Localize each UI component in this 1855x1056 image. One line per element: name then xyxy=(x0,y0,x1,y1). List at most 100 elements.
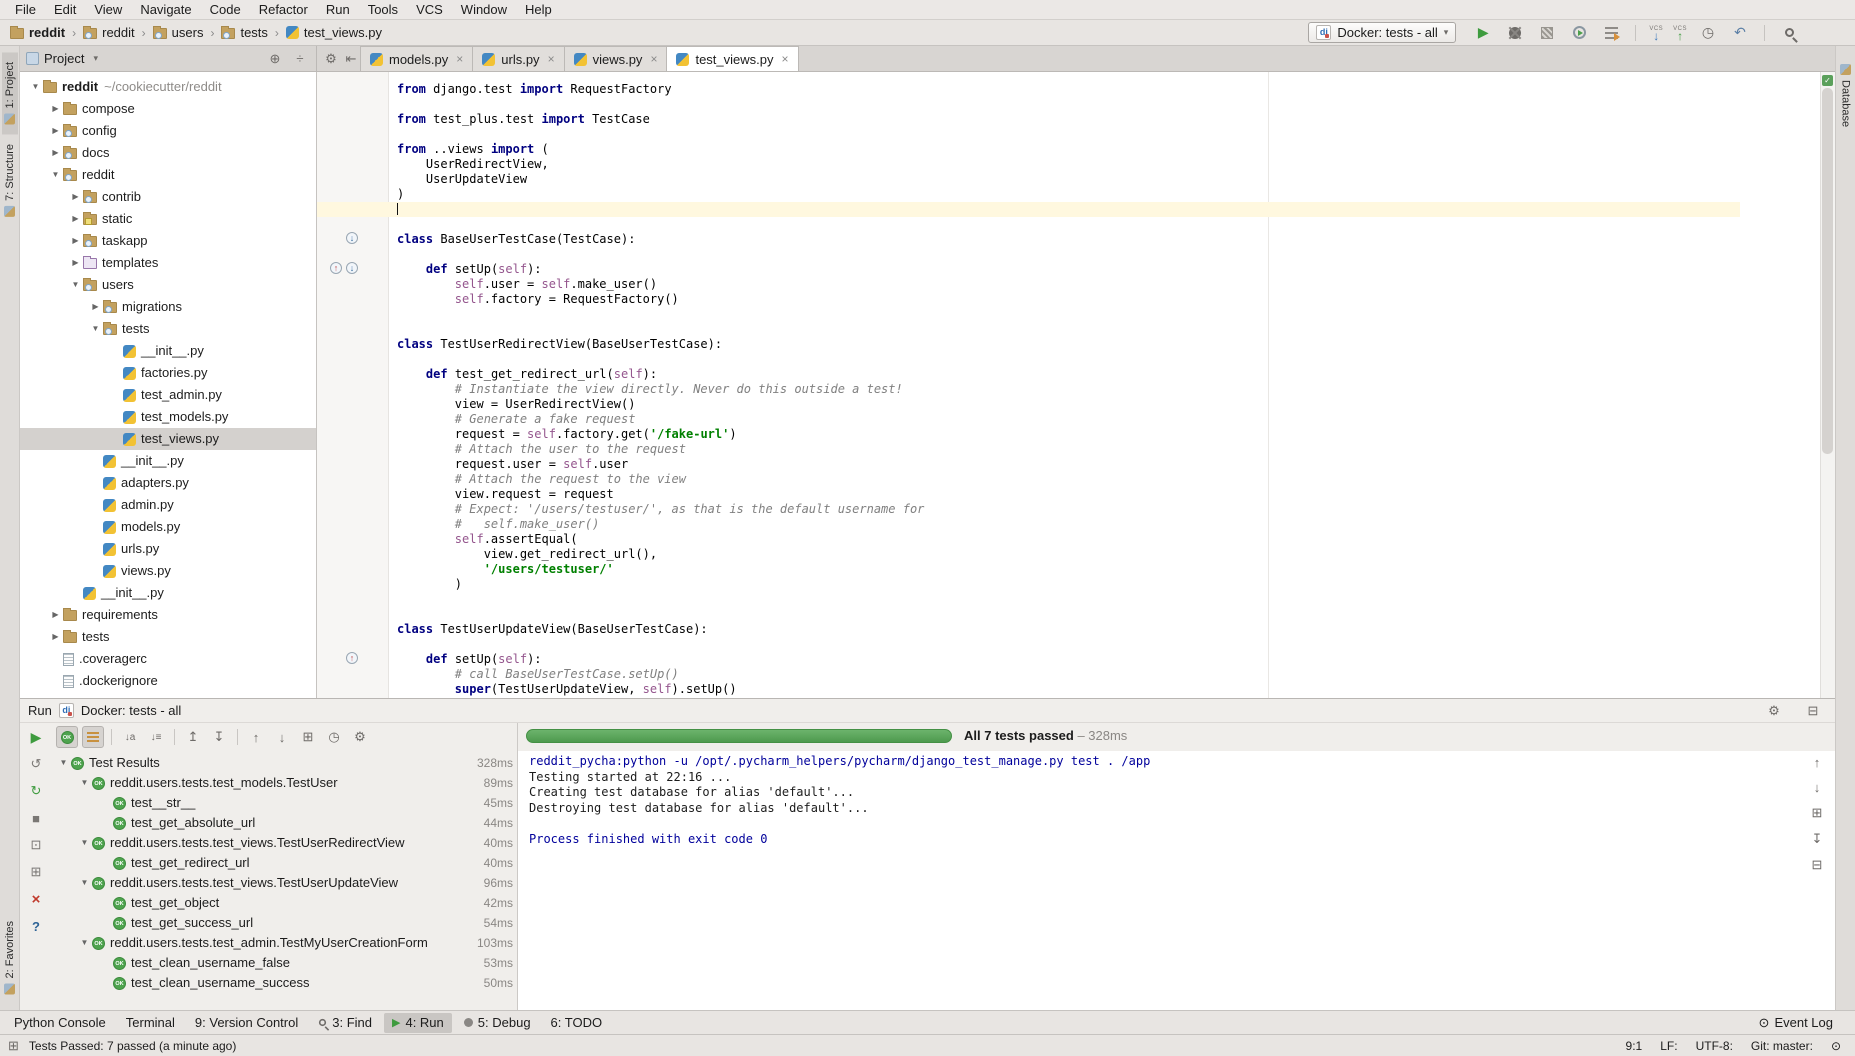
collapse-all-button[interactable]: ↧ xyxy=(208,726,230,748)
tree-expand-arrow[interactable]: ▼ xyxy=(48,164,63,186)
status-widget-utf8[interactable]: UTF-8: xyxy=(1696,1039,1733,1053)
tree-expand-arrow[interactable]: ▼ xyxy=(77,833,92,853)
tree-item-__init__.py[interactable]: __init__.py xyxy=(20,450,316,472)
test-row-reddit.users.tests.test_models.TestUser[interactable]: ▼OKreddit.users.tests.test_models.TestUs… xyxy=(52,773,517,793)
expand-all-button[interactable]: ↥ xyxy=(182,726,204,748)
test-row-reddit.users.tests.test_admin.TestMyUserCreationForm[interactable]: ▼OKreddit.users.tests.test_admin.TestMyU… xyxy=(52,933,517,953)
help-button[interactable]: ? xyxy=(27,917,45,935)
toolwindow-button-terminal[interactable]: Terminal xyxy=(118,1013,183,1033)
menu-item-help[interactable]: Help xyxy=(516,0,561,20)
test-row-test_get_object[interactable]: OKtest_get_object42ms xyxy=(52,893,517,913)
editor-code-area[interactable]: from django.test import RequestFactoryfr… xyxy=(397,72,1817,697)
tree-expand-arrow[interactable]: ▼ xyxy=(88,318,103,340)
tree-expand-arrow[interactable]: ▶ xyxy=(48,120,63,142)
stripe-item-structure[interactable]: 7: Structure xyxy=(2,134,18,227)
rerun-failed-tests-button[interactable]: ↻ xyxy=(27,782,45,800)
hide-panel-icon[interactable]: ⊟ xyxy=(1803,703,1823,719)
tree-item-.dockerignore[interactable]: .dockerignore xyxy=(20,670,316,692)
coverage-button[interactable] xyxy=(1536,23,1558,43)
toolwindow-button-5debug[interactable]: 5: Debug xyxy=(456,1013,539,1033)
tree-item-factories.py[interactable]: factories.py xyxy=(20,362,316,384)
method-overridden-icon[interactable]: ↓ xyxy=(346,232,358,244)
breadcrumb-item[interactable]: tests xyxy=(221,25,267,40)
test-row-test_get_absolute_url[interactable]: OKtest_get_absolute_url44ms xyxy=(52,813,517,833)
close-icon[interactable]: × xyxy=(548,52,555,66)
locate-file-button[interactable]: ⊕ xyxy=(265,51,285,67)
scroll-up-icon[interactable]: ↑ xyxy=(1809,755,1825,770)
menu-item-run[interactable]: Run xyxy=(317,0,359,20)
toolwindow-button-6todo[interactable]: 6: TODO xyxy=(543,1013,611,1033)
tree-expand-arrow[interactable]: ▶ xyxy=(68,230,83,252)
tree-item-docs[interactable]: ▶docs xyxy=(20,142,316,164)
test-row-test_get_success_url[interactable]: OKtest_get_success_url54ms xyxy=(52,913,517,933)
tool-window-switcher-icon[interactable]: ⊞ xyxy=(8,1038,19,1054)
stop-button[interactable]: ■ xyxy=(27,809,45,827)
tree-item-tests[interactable]: ▶tests xyxy=(20,626,316,648)
menu-item-navigate[interactable]: Navigate xyxy=(131,0,200,20)
toolwindow-button-4run[interactable]: ▶4: Run xyxy=(384,1013,452,1033)
tree-item-test_models.py[interactable]: test_models.py xyxy=(20,406,316,428)
breadcrumb-item[interactable]: reddit xyxy=(10,25,65,40)
run-configuration-select[interactable]: dj Docker: tests - all ▾ xyxy=(1308,22,1456,43)
sort-alphabetically-button[interactable]: ↓a xyxy=(119,726,141,748)
local-history-button[interactable]: ◷ xyxy=(1697,23,1719,43)
menu-item-vcs[interactable]: VCS xyxy=(407,0,452,20)
overrides-method-icon[interactable]: ↑ xyxy=(330,262,342,274)
toolwindow-button-9versioncontrol[interactable]: 9: Version Control xyxy=(187,1013,306,1033)
scroll-down-icon[interactable]: ↓ xyxy=(1809,780,1825,795)
tab-models.py[interactable]: models.py× xyxy=(360,46,473,71)
tree-item-__init__.py[interactable]: __init__.py xyxy=(20,340,316,362)
tree-item-migrations[interactable]: ▶migrations xyxy=(20,296,316,318)
test-row-reddit.users.tests.test_views.TestUserUpdateView[interactable]: ▼OKreddit.users.tests.test_views.TestUse… xyxy=(52,873,517,893)
previous-test-button[interactable]: ↑ xyxy=(245,726,267,748)
inspections-ok-icon[interactable]: ✓ xyxy=(1822,75,1833,86)
tree-item-requirements[interactable]: ▶requirements xyxy=(20,604,316,626)
soft-wrap-icon[interactable]: ⊞ xyxy=(1809,805,1825,821)
project-tree-panel[interactable]: ▼reddit ~/cookiecutter/reddit▶compose▶co… xyxy=(20,72,317,698)
editor-scrollbar-thumb[interactable] xyxy=(1822,88,1833,454)
tree-item-reddit[interactable]: ▼reddit xyxy=(20,164,316,186)
run-button[interactable]: ▶ xyxy=(1472,23,1494,43)
tree-expand-arrow[interactable]: ▼ xyxy=(68,274,83,296)
tree-item-reddit[interactable]: ▼reddit ~/cookiecutter/reddit xyxy=(20,76,316,98)
status-widget-91[interactable]: 9:1 xyxy=(1626,1039,1643,1053)
tree-item-__init__.py[interactable]: __init__.py xyxy=(20,582,316,604)
menu-item-window[interactable]: Window xyxy=(452,0,516,20)
toggle-auto-test-button[interactable]: ⊡ xyxy=(27,836,45,854)
menu-item-code[interactable]: Code xyxy=(201,0,250,20)
tree-expand-arrow[interactable]: ▼ xyxy=(56,753,71,773)
tree-item-test_views.py[interactable]: test_views.py xyxy=(20,428,316,450)
tree-item-tests[interactable]: ▼tests xyxy=(20,318,316,340)
test-row-test_clean_username_success[interactable]: OKtest_clean_username_success50ms xyxy=(52,973,517,993)
tree-expand-arrow[interactable]: ▶ xyxy=(68,208,83,230)
test-row-TestResults[interactable]: ▼OKTest Results328ms xyxy=(52,753,517,773)
status-widget-gitmaster[interactable]: Git: master: xyxy=(1751,1039,1813,1053)
next-test-button[interactable]: ↓ xyxy=(271,726,293,748)
collapse-all-button[interactable]: ÷ xyxy=(290,51,310,66)
test-options-button[interactable]: ⊞ xyxy=(27,863,45,881)
menu-item-file[interactable]: File xyxy=(6,0,45,20)
tree-expand-arrow[interactable]: ▶ xyxy=(48,142,63,164)
rollback-button[interactable]: ↶ xyxy=(1729,23,1751,43)
show-ignored-toggle[interactable] xyxy=(82,726,104,748)
tree-expand-arrow[interactable]: ▶ xyxy=(88,296,103,318)
toolwindow-button-eventlog[interactable]: ⊙Event Log xyxy=(1751,1013,1841,1033)
stripe-item-favorites[interactable]: 2: Favorites xyxy=(2,911,18,1004)
tree-item-.coveragerc[interactable]: .coveragerc xyxy=(20,648,316,670)
clear-console-icon[interactable]: ⊟ xyxy=(1809,857,1825,873)
tab-views.py[interactable]: views.py× xyxy=(564,46,668,71)
vcs-commit-button[interactable]: VCS↑ xyxy=(1673,26,1687,40)
chevron-down-icon[interactable]: ▾ xyxy=(93,53,98,64)
tab-urls.py[interactable]: urls.py× xyxy=(472,46,564,71)
tree-item-config[interactable]: ▶config xyxy=(20,120,316,142)
test-row-reddit.users.tests.test_views.TestUserRedirectView[interactable]: ▼OKreddit.users.tests.test_views.TestUse… xyxy=(52,833,517,853)
close-icon[interactable]: × xyxy=(650,52,657,66)
tree-item-contrib[interactable]: ▶contrib xyxy=(20,186,316,208)
test-results-tree[interactable]: ▼OKTest Results328ms▼OKreddit.users.test… xyxy=(52,753,517,1008)
editor-gutter[interactable] xyxy=(317,72,389,698)
overrides-method-icon[interactable]: ↑ xyxy=(346,652,358,664)
tab-test_views.py[interactable]: test_views.py× xyxy=(666,46,798,71)
menu-item-tools[interactable]: Tools xyxy=(359,0,407,20)
tree-item-compose[interactable]: ▶compose xyxy=(20,98,316,120)
search-everywhere-button[interactable] xyxy=(1778,23,1800,43)
